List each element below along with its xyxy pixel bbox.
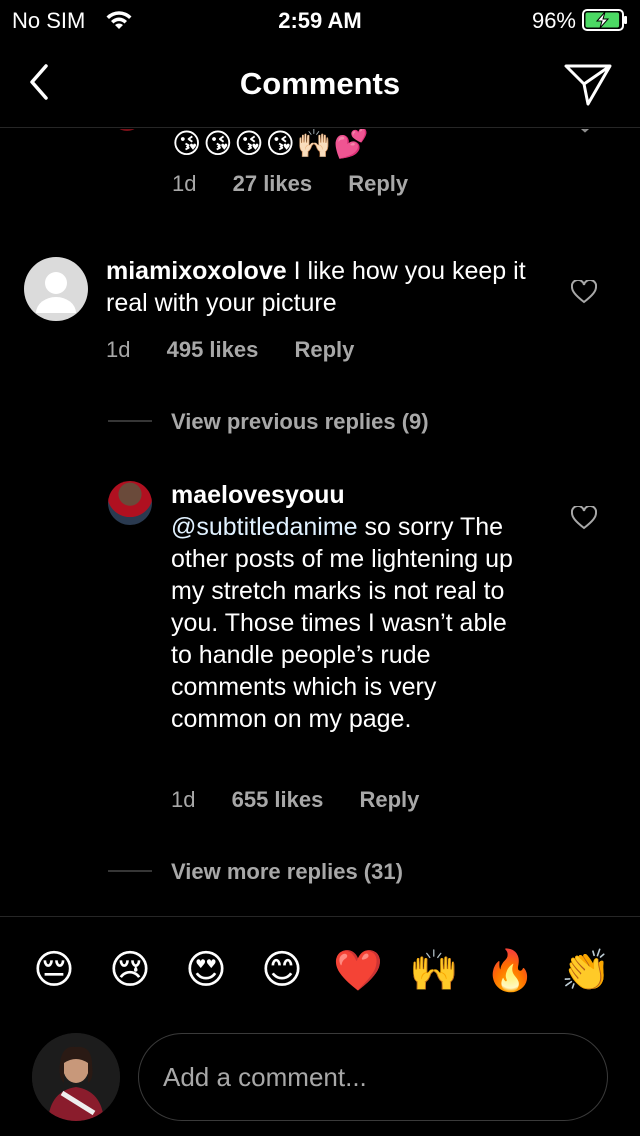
- reply-button[interactable]: Reply: [348, 171, 408, 196]
- likes-count[interactable]: 27 likes: [233, 171, 313, 196]
- comment-meta: 1d 655 likes Reply: [171, 787, 449, 813]
- crying-face-emoji-button[interactable]: 😢: [102, 947, 158, 993]
- battery-charging-icon: [582, 9, 628, 31]
- comment-age: 1d: [106, 337, 131, 362]
- view-previous-replies[interactable]: View previous replies (9): [171, 409, 429, 435]
- thread-divider: [108, 870, 152, 872]
- heart-icon[interactable]: [570, 504, 598, 530]
- battery-percent: 96%: [531, 8, 576, 33]
- comment-text: so sorry The other posts of me lightenin…: [171, 513, 513, 733]
- avatar[interactable]: [24, 257, 88, 321]
- comment-age: 1d: [172, 171, 197, 196]
- likes-count[interactable]: 495 likes: [167, 337, 259, 362]
- comments-list[interactable]: 😘😘😘😘🙌🏻💕 1d 27 likes Reply miamixoxolove …: [0, 129, 640, 915]
- reply-button[interactable]: Reply: [294, 337, 354, 362]
- reply-button[interactable]: Reply: [359, 787, 419, 812]
- comment-username[interactable]: miamixoxolove: [106, 257, 287, 285]
- heart-icon[interactable]: [570, 278, 598, 304]
- heart-icon[interactable]: [572, 129, 598, 142]
- comment-age: 1d: [171, 787, 196, 812]
- mention-link[interactable]: @subtitledanime: [171, 513, 358, 541]
- pensive-face-emoji-button[interactable]: 😔: [26, 947, 82, 993]
- heart-eyes-emoji-button[interactable]: 😍: [178, 947, 234, 993]
- quick-emoji-bar: 😔 😢 😍 😊 ❤️ 🙌 🔥 👏: [0, 947, 640, 997]
- comment-body: miamixoxolove I like how you keep it rea…: [106, 255, 546, 319]
- thread-divider: [108, 420, 152, 422]
- comment-text: 😘😘😘😘🙌🏻💕: [172, 129, 371, 159]
- raising-hands-emoji-button[interactable]: 🙌: [406, 947, 462, 994]
- red-heart-emoji-button[interactable]: ❤️: [330, 947, 386, 994]
- header: Comments: [0, 40, 640, 128]
- clapping-hands-emoji-button[interactable]: 👏: [558, 947, 614, 994]
- view-more-replies[interactable]: View more replies (31): [171, 859, 403, 885]
- comment-username[interactable]: maelovesyouu: [171, 479, 521, 511]
- fire-emoji-button[interactable]: 🔥: [482, 947, 538, 994]
- paper-plane-icon: [564, 64, 612, 106]
- page-title: Comments: [239, 66, 401, 101]
- current-user-avatar: [32, 1033, 120, 1121]
- comment-composer: 😔 😢 😍 😊 ❤️ 🙌 🔥 👏: [0, 916, 640, 1136]
- comment-body: maelovesyouu @subtitledanime so sorry Th…: [171, 479, 521, 735]
- share-button[interactable]: [562, 58, 614, 108]
- profile-photo-icon: [32, 1033, 120, 1121]
- comment-meta: 1d 495 likes Reply: [106, 337, 384, 363]
- avatar[interactable]: [112, 129, 142, 131]
- comment-meta: 1d 27 likes Reply: [172, 171, 438, 197]
- comment-input-wrapper: [138, 1033, 608, 1121]
- default-avatar-icon: [36, 272, 76, 313]
- comment-input[interactable]: [163, 1034, 583, 1120]
- avatar[interactable]: [108, 481, 152, 525]
- smiling-face-emoji-button[interactable]: 😊: [254, 947, 310, 993]
- status-bar: No SIM 2:59 AM 96%: [0, 0, 640, 40]
- likes-count[interactable]: 655 likes: [232, 787, 324, 812]
